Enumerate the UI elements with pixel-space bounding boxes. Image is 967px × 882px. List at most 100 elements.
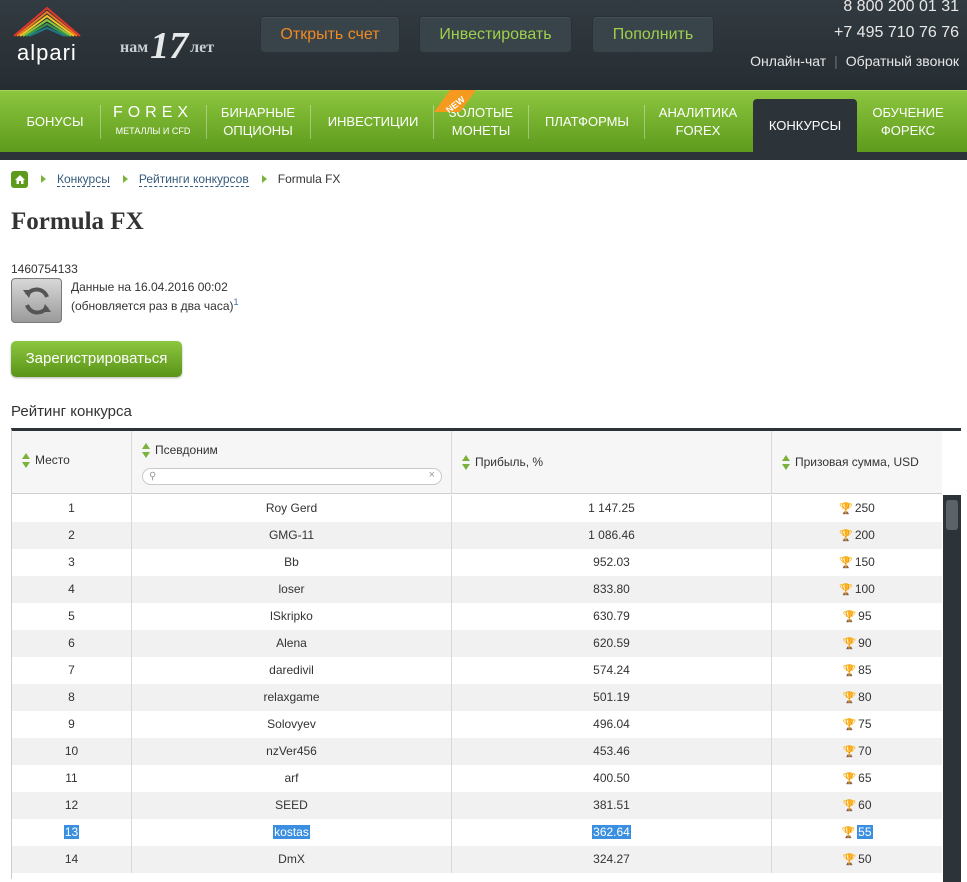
table-row[interactable]: 11 arf 400.50 🏆 65 <box>12 765 942 792</box>
nav-platforms-label: ПЛАТФОРМЫ <box>545 114 629 129</box>
trophy-icon: 🏆 <box>842 773 857 785</box>
prize-cell: 🏆 200 <box>772 522 942 549</box>
profit-cell: 620.59 <box>452 630 772 657</box>
selected-text: 13 <box>63 825 80 839</box>
nav-divider <box>206 105 207 139</box>
place-cell: 14 <box>12 846 132 873</box>
profit-cell: 833.80 <box>452 576 772 603</box>
place-cell: 11 <box>12 765 132 792</box>
page-title: Formula FX <box>11 208 144 235</box>
refresh-icon[interactable] <box>11 278 62 323</box>
trophy-icon: 🏆 <box>841 827 856 839</box>
register-button[interactable]: Зарегистрироваться <box>11 341 182 377</box>
main-nav: БОНУСЫ FOREX МЕТАЛЛЫ И CFD БИНАРНЫЕ ОПЦИ… <box>0 90 967 153</box>
trophy-icon: 🏆 <box>842 692 857 704</box>
sort-icon[interactable] <box>22 453 31 469</box>
top-links: Онлайн-чат | Обратный звонок <box>750 53 959 69</box>
search-icon: ⚲ <box>149 471 157 482</box>
prize-header-label: Призовая сумма, USD <box>795 455 919 470</box>
nav-contests-label: КОНКУРСЫ <box>768 118 842 133</box>
table-row[interactable]: 1 Roy Gerd 1 147.25 🏆 250 <box>12 495 942 522</box>
nav-item-analytics[interactable]: АНАЛИТИКА FOREX <box>648 91 748 153</box>
table-row-selected[interactable]: 13 kostas 362.64 🏆 55 <box>12 819 942 846</box>
open-account-button[interactable]: Открыть счет <box>260 16 400 53</box>
table-row[interactable]: 8 relaxgame 501.19 🏆 80 <box>12 684 942 711</box>
nav-item-contests[interactable]: КОНКУРСЫ <box>753 99 857 153</box>
prize-value: 200 <box>854 528 875 542</box>
years-suffix: лет <box>190 39 215 56</box>
nickname-cell: SEED <box>132 792 452 819</box>
sort-icon[interactable] <box>462 455 471 471</box>
table-row[interactable]: 5 lSkripko 630.79 🏆 95 <box>12 603 942 630</box>
profit-header-label: Прибыль, % <box>475 455 544 470</box>
prize-cell: 🏆 90 <box>772 630 942 657</box>
profit-cell: 400.50 <box>452 765 772 792</box>
profit-cell: 952.03 <box>452 549 772 576</box>
profit-cell: 574.24 <box>452 657 772 684</box>
nav-item-investments[interactable]: ИНВЕСТИЦИИ <box>314 91 432 153</box>
nav-item-forex[interactable]: FOREX МЕТАЛЛЫ И CFD <box>102 91 204 153</box>
home-icon[interactable] <box>11 170 28 188</box>
nav-invest-label: ИНВЕСТИЦИИ <box>327 114 419 129</box>
table-row[interactable]: 4 loser 833.80 🏆 100 <box>12 576 942 603</box>
place-header-label: Место <box>35 453 70 468</box>
trophy-icon: 🏆 <box>842 665 857 677</box>
column-header-profit[interactable]: Прибыль, % <box>452 431 772 494</box>
nickname-cell: kostas <box>132 819 452 846</box>
prize-value: 50 <box>858 852 872 866</box>
nav-item-education[interactable]: ОБУЧЕНИЕ ФОРЕКС <box>860 91 956 153</box>
prize-value: 60 <box>858 798 872 812</box>
prize-value: 90 <box>858 636 872 650</box>
breadcrumb-contests-link[interactable]: Конкурсы <box>57 172 110 187</box>
sort-icon[interactable] <box>782 455 791 471</box>
nav-item-bonuses[interactable]: БОНУСЫ <box>10 91 100 153</box>
nickname-filter-input[interactable]: ⚲ × <box>142 468 442 485</box>
online-chat-link[interactable]: Онлайн-чат <box>750 53 826 69</box>
table-row[interactable]: 7 daredivil 574.24 🏆 85 <box>12 657 942 684</box>
breadcrumb-arrow-icon <box>122 175 128 183</box>
nav-divider <box>528 105 529 139</box>
nav-forex-label: FOREX <box>112 104 194 121</box>
prize-cell: 🏆 95 <box>772 603 942 630</box>
prize-value: 70 <box>858 744 872 758</box>
prize-value: 65 <box>858 771 872 785</box>
footnote-link[interactable]: 1 <box>234 297 239 307</box>
table-row[interactable]: 12 SEED 381.51 🏆 60 <box>12 792 942 819</box>
selected-text: kostas <box>273 825 310 839</box>
column-header-place[interactable]: Место <box>12 431 132 494</box>
table-row[interactable]: 3 Bb 952.03 🏆 150 <box>12 549 942 576</box>
trophy-icon: 🏆 <box>839 557 853 569</box>
place-cell: 3 <box>12 549 132 576</box>
nav-item-platforms[interactable]: ПЛАТФОРМЫ <box>532 91 642 153</box>
rating-heading: Рейтинг конкурса <box>11 403 132 420</box>
place-cell: 8 <box>12 684 132 711</box>
nickname-cell: GMG-11 <box>132 522 452 549</box>
callback-link[interactable]: Обратный звонок <box>846 53 959 69</box>
table-row[interactable]: 9 Solovyev 496.04 🏆 75 <box>12 711 942 738</box>
nav-bonuses-label: БОНУСЫ <box>26 114 84 129</box>
place-cell: 9 <box>12 711 132 738</box>
column-header-prize[interactable]: Призовая сумма, USD <box>772 431 942 494</box>
clear-icon[interactable]: × <box>429 469 435 481</box>
years-prefix: нам <box>120 39 149 56</box>
nav-analytics-label-1: АНАЛИТИКА <box>658 105 738 120</box>
scrollbar-thumb[interactable] <box>946 500 958 530</box>
table-row[interactable]: 2 GMG-11 1 086.46 🏆 200 <box>12 522 942 549</box>
column-header-nickname[interactable]: Псевдоним ⚲ × <box>132 431 452 494</box>
breadcrumb-ratings-link[interactable]: Рейтинги конкурсов <box>138 172 249 187</box>
invest-button[interactable]: Инвестировать <box>419 16 572 53</box>
nav-analytics-label-2: FOREX <box>675 123 721 138</box>
table-row[interactable]: 6 Alena 620.59 🏆 90 <box>12 630 942 657</box>
nav-gold-label-2: МОНЕТЫ <box>451 123 511 138</box>
nav-divider <box>100 105 101 139</box>
table-scrollbar[interactable] <box>943 495 961 882</box>
nickname-cell: relaxgame <box>132 684 452 711</box>
trophy-icon: 🏆 <box>842 611 857 623</box>
table-row[interactable]: 14 DmX 324.27 🏆 50 <box>12 846 942 873</box>
nav-edu-label-1: ОБУЧЕНИЕ <box>872 105 944 120</box>
sort-icon[interactable] <box>142 443 151 459</box>
top-up-button[interactable]: Пополнить <box>592 16 714 53</box>
table-row[interactable]: 10 nzVer456 453.46 🏆 70 <box>12 738 942 765</box>
top-header: alpari нам17 лет Открыть счет Инвестирова… <box>0 0 967 90</box>
nav-item-binary-options[interactable]: БИНАРНЫЕ ОПЦИОНЫ <box>208 91 308 153</box>
